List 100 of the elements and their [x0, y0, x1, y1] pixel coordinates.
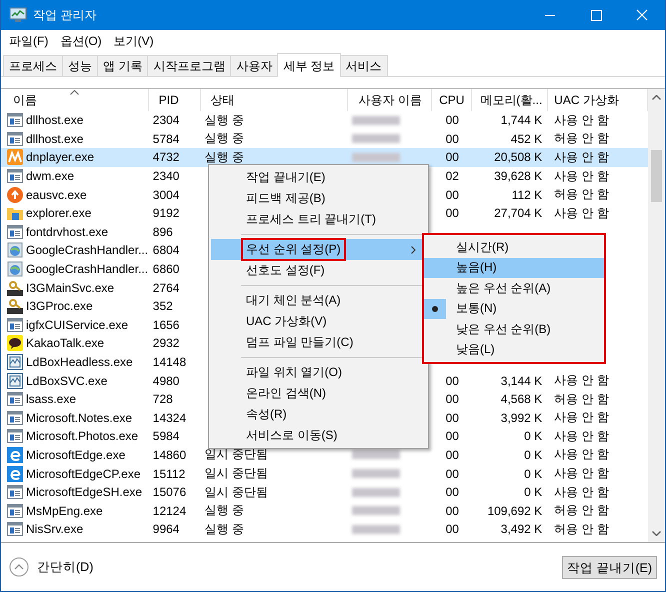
table-cell: 실행 중	[204, 502, 244, 520]
process-name[interactable]: dnplayer.exe	[26, 150, 94, 164]
table-cell: 15112	[152, 466, 186, 481]
tab[interactable]: 성능	[62, 55, 98, 76]
table-cell: 사용 안 함	[554, 372, 609, 390]
table-cell: 9964	[152, 522, 180, 536]
table-cell: 3,492 K	[500, 522, 542, 536]
menu-item[interactable]: 프로세스 트리 끝내기(T)	[211, 209, 426, 230]
menu-item[interactable]: 옵션(O)	[54, 32, 108, 50]
table-cell: 1656	[152, 318, 180, 332]
process-name[interactable]: NisSrv.exe	[26, 522, 84, 536]
menu-item[interactable]: 보통(N)	[424, 298, 604, 319]
table-cell: 00	[446, 374, 459, 388]
process-name[interactable]: MsMpEng.exe	[26, 504, 103, 518]
process-name[interactable]: dwm.exe	[26, 169, 74, 184]
menu-item[interactable]: 선호도 설정(F)	[211, 260, 426, 281]
menu-item[interactable]: 피드백 제공(B)	[211, 188, 426, 209]
column-header[interactable]: CPU	[432, 89, 472, 111]
tab[interactable]: 앱 기록	[97, 55, 148, 76]
table-cell: 1,744 K	[500, 113, 542, 128]
tab[interactable]: 서비스	[340, 55, 388, 76]
table-cell: 00	[446, 429, 459, 444]
process-name[interactable]: LdBoxHeadless.exe	[26, 355, 133, 370]
tab[interactable]: 세부 정보	[277, 53, 341, 77]
table-cell: 00	[446, 410, 459, 425]
process-name[interactable]: LdBoxSVC.exe	[26, 374, 108, 388]
table-cell: 2340	[152, 169, 180, 184]
table-cell: 허용 안 함	[554, 502, 609, 520]
tab[interactable]: 사용자	[230, 55, 278, 76]
menu-item[interactable]: 덤프 파일 만들기(C)	[211, 332, 426, 353]
collapse-link[interactable]: 간단히(D)	[37, 558, 94, 576]
table-cell: 12124	[152, 504, 186, 518]
tab[interactable]: 시작프로그램	[147, 55, 232, 76]
table-cell: 0 K	[524, 485, 542, 500]
column-header[interactable]: 사용자 이름	[348, 89, 432, 111]
table-cell: 00	[446, 392, 459, 406]
table-cell: 사용 안 함	[554, 484, 609, 501]
table-cell: 사용 안 함	[554, 148, 609, 166]
process-name[interactable]: dllhost.exe	[26, 113, 84, 128]
table-cell: 2932	[152, 336, 180, 350]
table-cell: 00	[446, 113, 459, 128]
table-cell: 사용 안 함	[554, 446, 609, 464]
menu-item[interactable]: 보기(V)	[108, 32, 160, 50]
menu-item[interactable]: 파일 위치 열기(O)	[211, 362, 426, 383]
table-cell: 실행 중	[204, 520, 244, 538]
column-header[interactable]: 메모리(활...	[472, 89, 548, 111]
process-name[interactable]: dllhost.exe	[26, 132, 84, 146]
table-cell: 3,144 K	[500, 374, 542, 388]
menu-item[interactable]: 실시간(R)	[424, 237, 604, 258]
menu-item[interactable]: 낮음(L)	[424, 340, 604, 360]
window-title: 작업 관리자	[33, 6, 96, 24]
process-name[interactable]: fontdrvhost.exe	[26, 224, 108, 239]
process-name[interactable]: lsass.exe	[26, 392, 76, 406]
process-name[interactable]: Microsoft.Notes.exe	[26, 410, 132, 425]
process-name[interactable]: I3GMainSvc.exe	[26, 280, 114, 295]
menu-item[interactable]: 작업 끝내기(E)	[211, 167, 426, 188]
menu-item[interactable]: 낮은 우선 순위(B)	[424, 319, 604, 340]
table-cell: 사용 안 함	[554, 204, 609, 222]
table-cell: 0 K	[524, 466, 542, 481]
process-name[interactable]: KakaoTalk.exe	[26, 336, 104, 350]
menu-item[interactable]: 온라인 검색(N)	[211, 383, 426, 404]
process-name[interactable]: I3GProc.exe	[26, 299, 93, 314]
process-name[interactable]: GoogleCrashHandler...	[26, 262, 148, 276]
table-cell: 27,704 K	[494, 206, 542, 220]
menu-item[interactable]: 대기 체인 분석(A)	[211, 290, 426, 311]
table-cell: 0 K	[524, 429, 542, 444]
process-name[interactable]: GoogleCrashHandler...	[26, 243, 148, 258]
table-cell: 6860	[152, 262, 180, 276]
table-cell: 5784	[152, 132, 180, 146]
table-cell: 14860	[152, 448, 186, 462]
menu-item[interactable]: 파일(F)	[3, 32, 54, 50]
process-name[interactable]: MicrosoftEdge.exe	[26, 448, 126, 462]
table-cell: 일시 중단됨	[204, 465, 268, 482]
table-cell: 허용 안 함	[554, 186, 609, 204]
table-cell: 사용 안 함	[554, 168, 609, 185]
process-name[interactable]: Microsoft.Photos.exe	[26, 429, 138, 444]
menu-item[interactable]: UAC 가상화(V)	[211, 311, 426, 332]
table-cell: 109,692 K	[487, 504, 542, 518]
column-header[interactable]: 이름	[1, 89, 149, 111]
process-name[interactable]: explorer.exe	[26, 206, 92, 220]
process-name[interactable]: eausvc.exe	[26, 188, 87, 202]
column-header[interactable]: 상태	[200, 89, 348, 111]
column-header[interactable]: PID	[148, 89, 201, 111]
menu-item[interactable]: 속성(R)	[211, 404, 426, 425]
table-cell: 00	[446, 504, 459, 518]
tab[interactable]: 프로세스	[3, 55, 63, 76]
process-name[interactable]: igfxCUIService.exe	[26, 318, 128, 332]
menu-item[interactable]: 높음(H)	[424, 258, 604, 278]
process-name[interactable]: MicrosoftEdgeCP.exe	[26, 466, 141, 481]
menu-item[interactable]: 높은 우선 순위(A)	[424, 278, 604, 298]
end-task-button[interactable]: 작업 끝내기(E)	[562, 556, 657, 578]
table-cell: 사용 안 함	[554, 465, 609, 482]
table-cell: 00	[446, 150, 459, 164]
menu-item[interactable]: 서비스로 이동(S)	[211, 425, 426, 446]
table-cell: 00	[446, 522, 459, 536]
table-cell: 00	[446, 206, 459, 220]
process-name[interactable]: MicrosoftEdgeSH.exe	[26, 485, 142, 500]
table-cell: 실행 중	[204, 112, 244, 129]
table-cell: 사용 안 함	[554, 428, 609, 445]
table-cell: 4732	[152, 150, 180, 164]
